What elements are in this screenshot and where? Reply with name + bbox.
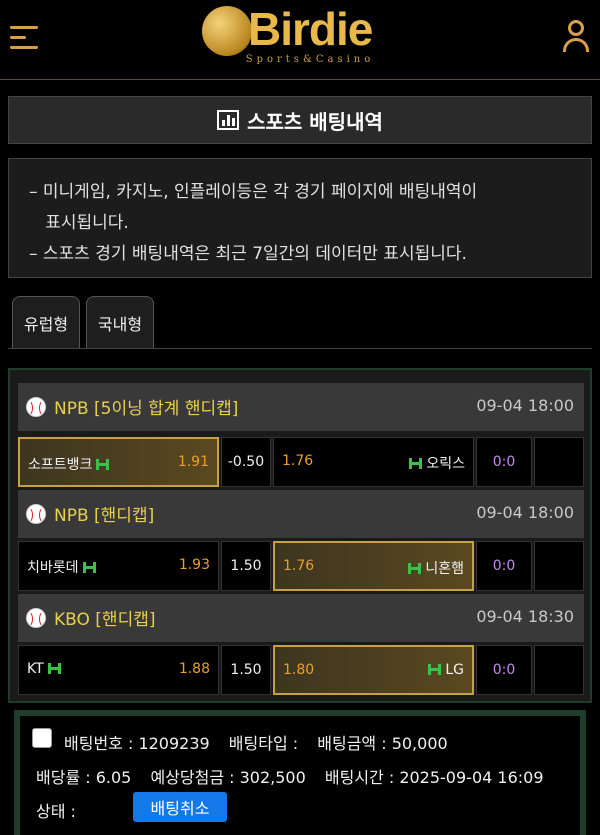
app-header: Birdie Sports&Casino — [0, 0, 600, 80]
league-name: NPB [5이닝 합계 핸디캡] — [54, 399, 239, 419]
match-time: 09-04 18:00 — [476, 396, 574, 415]
score: 0:0 — [476, 437, 532, 487]
match-time: 09-04 18:30 — [476, 607, 574, 626]
match-time: 09-04 18:00 — [476, 503, 574, 522]
away-odds: 1.80 — [283, 662, 315, 678]
away-pick[interactable]: 1.76 오릭스 — [273, 437, 474, 487]
match-header: KBO [핸디캡] 09-04 18:30 — [18, 594, 584, 642]
league-name: KBO [핸디캡] — [54, 610, 156, 630]
away-team: 오릭스 — [405, 453, 465, 473]
bet-odds: 배당률 : 6.05 — [36, 768, 132, 787]
summary-line-1: 배팅번호 : 1209239 배팅타입 : 배팅금액 : 50,000 — [64, 730, 462, 754]
match-row: 치바롯데 1.93 1.50 1.76 니혼햄 0:0 — [18, 541, 584, 591]
notice-line: – 미니게임, 카지노, 인플레이등은 각 경기 페이지에 배팅내역이 — [29, 182, 478, 202]
expected-win: 예상당첨금 : 302,500 — [150, 768, 306, 787]
user-icon[interactable] — [562, 20, 590, 54]
home-odds: 1.88 — [178, 661, 210, 677]
handicap-line: 1.50 — [221, 541, 271, 591]
away-odds: 1.76 — [283, 558, 315, 574]
result-cell — [534, 541, 584, 591]
result-cell — [534, 645, 584, 695]
home-icon — [408, 563, 422, 574]
home-icon — [96, 459, 110, 470]
bet-type: 배팅타입 : — [228, 734, 299, 753]
match-header: NPB [핸디캡] 09-04 18:00 — [18, 490, 584, 538]
page-title: 스포츠 배팅내역 — [247, 109, 383, 134]
match-header: NPB [5이닝 합계 핸디캡] 09-04 18:00 — [18, 383, 584, 431]
away-odds: 1.76 — [282, 453, 314, 469]
home-odds: 1.91 — [177, 454, 209, 470]
league-name: NPB [핸디캡] — [54, 506, 155, 526]
home-pick[interactable]: 소프트뱅크 1.91 — [18, 437, 219, 487]
notice-line: 표시됩니다. — [29, 213, 129, 233]
score: 0:0 — [476, 645, 532, 695]
logo-text: Birdie — [248, 3, 373, 55]
handicap-line: -0.50 — [221, 437, 271, 487]
baseball-icon — [26, 397, 46, 417]
cancel-bet-button[interactable]: 배팅취소 — [133, 792, 227, 822]
home-pick[interactable]: KT 1.88 — [18, 645, 219, 695]
away-team: LG — [424, 662, 464, 678]
result-cell — [534, 437, 584, 487]
home-team: 소프트뱅크 — [28, 454, 113, 474]
match-row: 소프트뱅크 1.91 -0.50 1.76 오릭스 0:0 — [18, 437, 584, 487]
home-odds: 1.93 — [178, 557, 210, 573]
tab-european[interactable]: 유럽형 — [12, 296, 80, 348]
logo-emblem — [202, 6, 252, 56]
notice-box: – 미니게임, 카지노, 인플레이등은 각 경기 페이지에 배팅내역이 표시됩니… — [8, 158, 592, 278]
page-title-bar: 스포츠 배팅내역 — [8, 96, 592, 144]
away-pick[interactable]: 1.80 LG — [273, 645, 474, 695]
home-pick[interactable]: 치바롯데 1.93 — [18, 541, 219, 591]
home-team: KT — [27, 661, 65, 677]
bet-amount: 배팅금액 : 50,000 — [317, 734, 448, 753]
notice-line: – 스포츠 경기 배팅내역은 최근 7일간의 데이터만 표시됩니다. — [29, 244, 467, 264]
handicap-line: 1.50 — [221, 645, 271, 695]
home-icon — [47, 663, 61, 674]
logo-subtitle: Sports&Casino — [245, 54, 375, 65]
logo[interactable]: Birdie Sports&Casino — [200, 3, 405, 68]
away-team: 니혼햄 — [404, 558, 464, 578]
score: 0:0 — [476, 541, 532, 591]
home-icon — [82, 562, 96, 573]
tab-domestic[interactable]: 국내형 — [86, 296, 154, 348]
match-row: KT 1.88 1.50 1.80 LG 0:0 — [18, 645, 584, 695]
home-icon — [409, 458, 423, 469]
summary-line-2: 배당률 : 6.05 예상당첨금 : 302,500 배팅시간 : 2025-0… — [36, 764, 558, 788]
status-label: 상태 : — [36, 802, 76, 821]
bet-summary: 배팅번호 : 1209239 배팅타입 : 배팅금액 : 50,000 배당률 … — [14, 710, 586, 835]
home-icon — [428, 664, 442, 675]
away-pick[interactable]: 1.76 니혼햄 — [273, 541, 474, 591]
home-team: 치바롯데 — [27, 557, 100, 577]
baseball-icon — [26, 608, 46, 628]
bar-chart-icon — [217, 110, 240, 130]
baseball-icon — [26, 504, 46, 524]
hamburger-icon[interactable] — [10, 26, 40, 52]
tabs-divider — [8, 348, 592, 349]
bet-number: 배팅번호 : 1209239 — [64, 734, 210, 753]
bet-time: 배팅시간 : 2025-09-04 16:09 — [324, 768, 544, 787]
select-checkbox[interactable] — [32, 728, 52, 748]
